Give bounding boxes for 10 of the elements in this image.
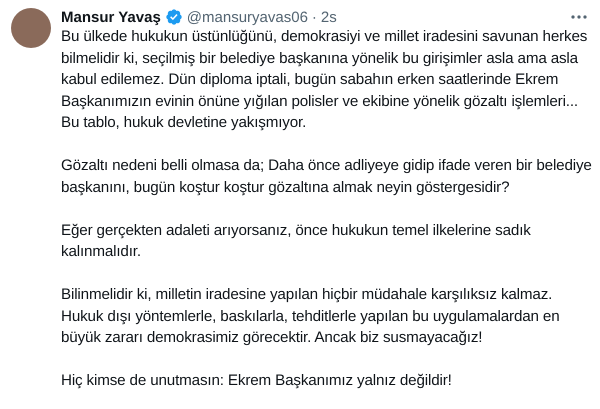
author-handle[interactable]: @mansuryavas06 xyxy=(186,8,308,26)
post-time[interactable]: 2s xyxy=(320,8,337,26)
separator-dot: · xyxy=(312,8,317,26)
author-name[interactable]: Mansur Yavaş xyxy=(61,8,161,26)
post-paragraph: Bilinmelidir ki, milletin iradesine yapılan hiçbir müdahale karşılıksız kalmaz. Hukuk dışı yöntemlerle, baskılarla, tehditlerle yapılan bu uygulamalardan en büyük zararı demokrasimiz görecektir. Ancak biz susmayacağız! xyxy=(61,285,561,348)
post-paragraph: Hiç kimse de unutmasın: Ekrem Başkanımız yalnız değildir! xyxy=(61,371,453,391)
avatar[interactable] xyxy=(11,8,51,48)
post-paragraph: Bu ülkede hukukun üstünlüğünü, demokrasiyi ve millet iradesini savunan herkes bilmelidir ki, seçilmiş bir belediye başkanına yönelik bu girişimler asla ama asla kabul edilemez. Dün diploma iptali, bugün sabahın erken saatlerinde Ekrem Başkanımızın evinin önüne yığılan polisler ve ekibine yönelik gözaltı işlemleri... Bu tablo, hukuk devletine yakışmıyor. xyxy=(61,27,588,133)
post-paragraph: Gözaltı nedeni belli olmasa da; Daha önce adliyeye gidip ifade veren bir belediye başkanını, bugün koştur koştur gözaltına almak neyin göstergesidir? xyxy=(61,156,592,198)
post-paragraph: Eğer gerçekten adaleti arıyorsanız, önce hukukun temel ilkelerine sadık kalınmalıdır. xyxy=(61,220,532,262)
